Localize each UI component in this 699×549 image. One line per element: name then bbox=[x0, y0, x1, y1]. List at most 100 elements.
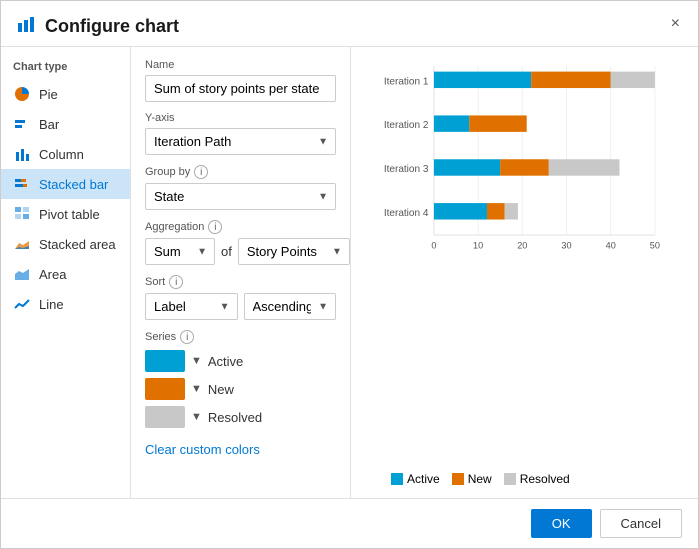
legend-item-active: Active bbox=[391, 472, 440, 486]
svg-text:50: 50 bbox=[650, 241, 660, 251]
sort-field-select[interactable]: Label bbox=[145, 293, 238, 320]
chart-type-area[interactable]: Area bbox=[1, 259, 130, 289]
chart-type-stacked-area[interactable]: Stacked area bbox=[1, 229, 130, 259]
sort-label: Sort i bbox=[145, 275, 336, 289]
pie-label: Pie bbox=[39, 87, 58, 102]
yaxis-label: Y-axis bbox=[145, 112, 336, 124]
bar-iter1-new bbox=[531, 72, 611, 88]
chart-preview-panel: Iteration 1 Iteration 2 Iteration 3 Iter… bbox=[351, 47, 698, 498]
name-label: Name bbox=[145, 59, 336, 71]
yaxis-select-wrapper: Iteration Path ▼ bbox=[145, 128, 336, 155]
svg-text:30: 30 bbox=[561, 241, 571, 251]
ok-button[interactable]: OK bbox=[531, 509, 592, 538]
svg-text:Iteration 4: Iteration 4 bbox=[384, 208, 429, 219]
chart-icon bbox=[17, 15, 35, 38]
chart-area: Iteration 1 Iteration 2 Iteration 3 Iter… bbox=[361, 57, 684, 466]
series-chevron-new[interactable]: ▼ bbox=[191, 383, 202, 395]
config-panel: Name Y-axis Iteration Path ▼ Group by i … bbox=[131, 47, 351, 498]
groupby-select[interactable]: State bbox=[145, 183, 336, 210]
bar-iter3-active bbox=[434, 159, 500, 175]
bar-iter2-new bbox=[469, 115, 526, 131]
series-item-active: ▼ Active bbox=[145, 350, 336, 372]
bar-label: Bar bbox=[39, 117, 59, 132]
sort-order-select[interactable]: Ascending bbox=[244, 293, 337, 320]
line-chart-icon bbox=[13, 295, 31, 313]
chart-type-pie[interactable]: Pie bbox=[1, 79, 130, 109]
chart-type-label: Chart type bbox=[1, 57, 130, 79]
bar-iter4-active bbox=[434, 203, 487, 219]
series-chevron-active[interactable]: ▼ bbox=[191, 355, 202, 367]
area-chart-icon bbox=[13, 265, 31, 283]
pie-chart-icon bbox=[13, 85, 31, 103]
stacked-bar-chart-icon bbox=[13, 175, 31, 193]
chart-type-pivot-table[interactable]: Pivot table bbox=[1, 199, 130, 229]
series-name-new: New bbox=[208, 382, 234, 397]
svg-text:Iteration 2: Iteration 2 bbox=[384, 120, 429, 131]
name-input[interactable] bbox=[145, 75, 336, 102]
close-button[interactable]: × bbox=[665, 11, 686, 37]
svg-text:20: 20 bbox=[517, 241, 527, 251]
chart-type-column[interactable]: Column bbox=[1, 139, 130, 169]
series-chevron-resolved[interactable]: ▼ bbox=[191, 411, 202, 423]
svg-text:40: 40 bbox=[606, 241, 616, 251]
chart-type-panel: Chart type Pie B bbox=[1, 47, 131, 498]
stacked-area-chart-icon bbox=[13, 235, 31, 253]
column-chart-icon bbox=[13, 145, 31, 163]
aggregation-sum-select[interactable]: Sum bbox=[145, 238, 215, 265]
aggregation-row: Sum ▼ of Story Points ▼ bbox=[145, 238, 336, 265]
bar-iter4-new bbox=[487, 203, 505, 219]
sort-row: Label ▼ Ascending ▼ bbox=[145, 293, 336, 320]
dialog-body: Chart type Pie B bbox=[1, 47, 698, 498]
groupby-select-wrapper: State ▼ bbox=[145, 183, 336, 210]
legend-label-resolved: Resolved bbox=[520, 472, 570, 486]
series-color-new[interactable] bbox=[145, 378, 185, 400]
sort-order-wrapper: Ascending ▼ bbox=[244, 293, 337, 320]
dialog-title: Configure chart bbox=[45, 16, 179, 37]
aggregation-field-select[interactable]: Story Points bbox=[238, 238, 350, 265]
chart-type-bar[interactable]: Bar bbox=[1, 109, 130, 139]
yaxis-select[interactable]: Iteration Path bbox=[145, 128, 336, 155]
bar-chart-icon bbox=[13, 115, 31, 133]
svg-text:10: 10 bbox=[473, 241, 483, 251]
legend-item-resolved: Resolved bbox=[504, 472, 570, 486]
bar-iter1-resolved bbox=[611, 72, 655, 88]
series-name-resolved: Resolved bbox=[208, 410, 262, 425]
chart-type-stacked-bar[interactable]: Stacked bar bbox=[1, 169, 130, 199]
of-text: of bbox=[221, 244, 232, 259]
column-label: Column bbox=[39, 147, 84, 162]
aggregation-sum-wrapper: Sum ▼ bbox=[145, 238, 215, 265]
groupby-info-icon[interactable]: i bbox=[194, 165, 208, 179]
pivot-table-label: Pivot table bbox=[39, 207, 100, 222]
series-color-active[interactable] bbox=[145, 350, 185, 372]
series-color-resolved[interactable] bbox=[145, 406, 185, 428]
clear-custom-colors-link[interactable]: Clear custom colors bbox=[145, 442, 260, 457]
svg-text:0: 0 bbox=[431, 241, 436, 251]
bar-iter3-new bbox=[500, 159, 549, 175]
configure-chart-dialog: Configure chart × Chart type Pie bbox=[0, 0, 699, 549]
bar-iter3-resolved bbox=[549, 159, 620, 175]
bar-iter2-active bbox=[434, 115, 469, 131]
bar-chart-svg: Iteration 1 Iteration 2 Iteration 3 Iter… bbox=[361, 57, 684, 267]
dialog-header: Configure chart × bbox=[1, 1, 698, 47]
chart-type-line[interactable]: Line bbox=[1, 289, 130, 319]
groupby-label: Group by i bbox=[145, 165, 336, 179]
bar-iter4-resolved bbox=[505, 203, 518, 219]
svg-text:Iteration 1: Iteration 1 bbox=[384, 76, 429, 87]
pivot-table-icon bbox=[13, 205, 31, 223]
legend-label-active: Active bbox=[407, 472, 440, 486]
cancel-button[interactable]: Cancel bbox=[600, 509, 682, 538]
stacked-bar-label: Stacked bar bbox=[39, 177, 108, 192]
area-label: Area bbox=[39, 267, 66, 282]
series-item-resolved: ▼ Resolved bbox=[145, 406, 336, 428]
chart-legend: Active New Resolved bbox=[361, 466, 684, 488]
aggregation-info-icon[interactable]: i bbox=[208, 220, 222, 234]
bar-iter1-active bbox=[434, 72, 531, 88]
stacked-area-label: Stacked area bbox=[39, 237, 116, 252]
aggregation-label: Aggregation i bbox=[145, 220, 336, 234]
svg-text:Iteration 3: Iteration 3 bbox=[384, 164, 429, 175]
legend-item-new: New bbox=[452, 472, 492, 486]
sort-info-icon[interactable]: i bbox=[169, 275, 183, 289]
series-info-icon[interactable]: i bbox=[180, 330, 194, 344]
series-label: Series i bbox=[145, 330, 336, 344]
series-item-new: ▼ New bbox=[145, 378, 336, 400]
